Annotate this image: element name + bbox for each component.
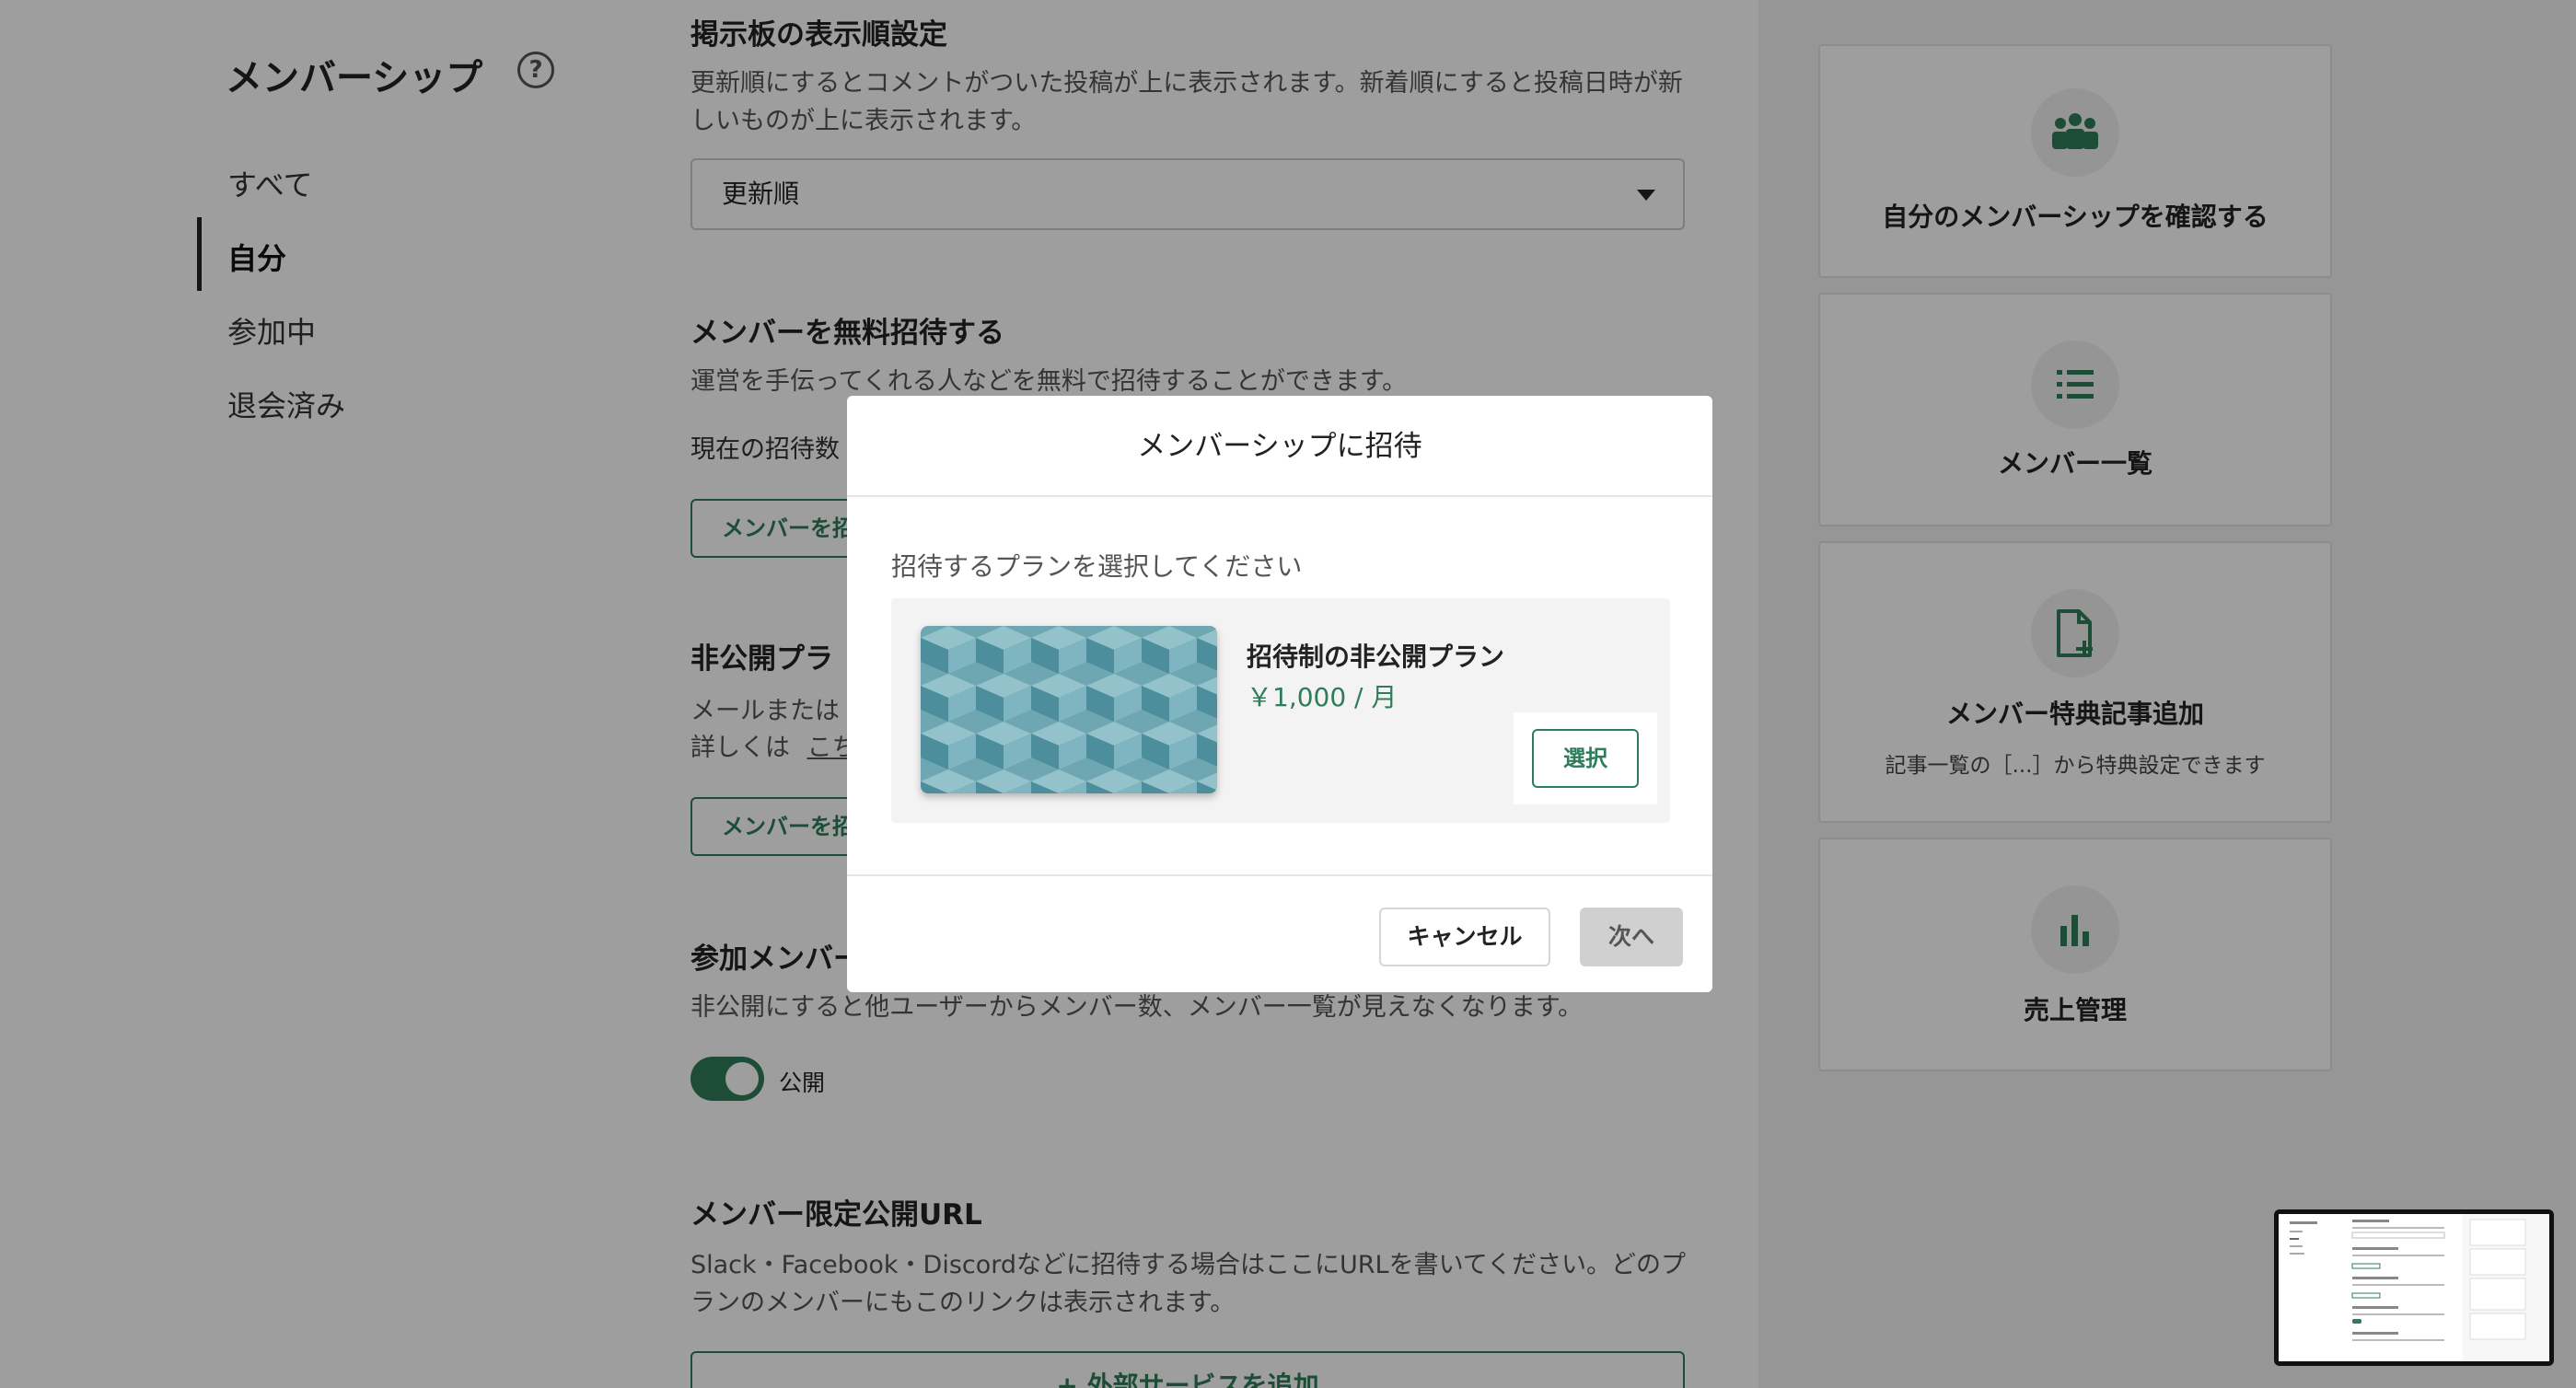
invite-modal: メンバーシップに招待 招待するプランを選択してください 招待制の非公開プラン ￥… — [847, 396, 1712, 992]
modal-prompt: 招待するプランを選択してください — [891, 551, 1303, 582]
cancel-button[interactable]: キャンセル — [1379, 908, 1550, 966]
plan-name: 招待制の非公開プラン — [1247, 642, 1505, 672]
page-minimap[interactable] — [2274, 1209, 2554, 1366]
plan-price: ￥1,000 / 月 — [1247, 682, 1398, 712]
modal-title: メンバーシップに招待 — [847, 396, 1712, 497]
plan-select-button[interactable]: 選択 — [1532, 729, 1639, 788]
modal-footer: キャンセル 次へ — [847, 874, 1712, 992]
plan-thumbnail — [921, 626, 1217, 793]
next-button[interactable]: 次へ — [1580, 908, 1683, 966]
